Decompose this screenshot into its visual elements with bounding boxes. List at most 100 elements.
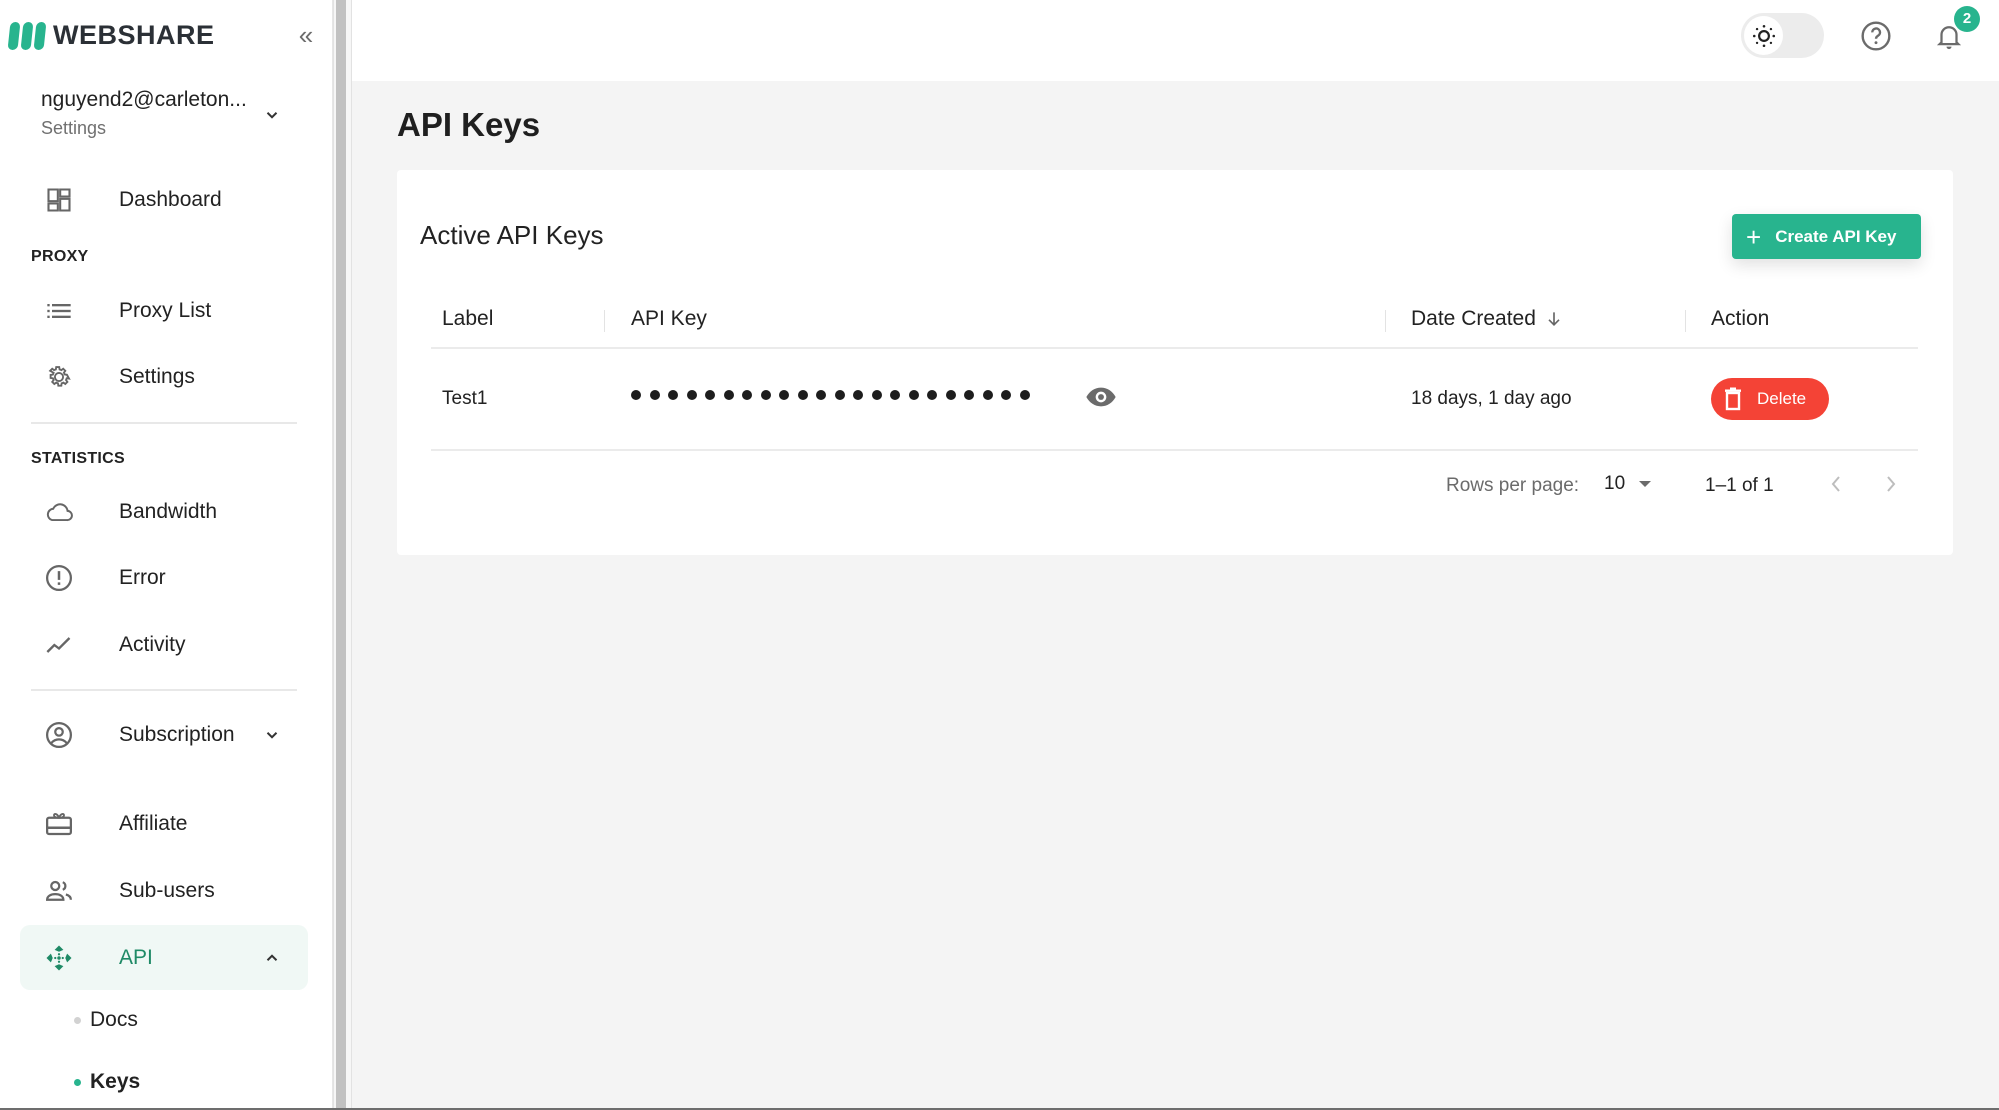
- sidebar-item-label: Error: [119, 566, 166, 589]
- plus-icon: +: [1746, 221, 1762, 252]
- chevron-left-icon: [1831, 476, 1840, 492]
- table-header-divider: [431, 347, 1918, 349]
- api-icon: [44, 943, 74, 973]
- mask-dot: [705, 390, 715, 400]
- webshare-logo[interactable]: WEBSHARE: [7, 20, 215, 51]
- column-header-label[interactable]: Label: [442, 307, 493, 331]
- show-api-key-button[interactable]: [1085, 385, 1117, 409]
- sidebar-item-label: Settings: [119, 365, 195, 388]
- card-title: Active API Keys: [420, 220, 604, 250]
- logo-icon: [7, 21, 47, 50]
- sidebar-scrollbar-thumb[interactable]: [336, 0, 346, 1108]
- api-keys-card: Active API Keys + Create API Key Label A…: [397, 170, 1953, 555]
- sidebar-item-api[interactable]: API: [20, 925, 308, 990]
- help-button[interactable]: [1856, 16, 1896, 56]
- sidebar-item-sub-users[interactable]: Sub-users: [20, 860, 308, 922]
- account-menu[interactable]: nguyend2@carleton... Settings: [41, 88, 291, 139]
- mask-dot: [760, 390, 771, 400]
- column-header-api-key[interactable]: API Key: [631, 307, 707, 331]
- account-subtitle: Settings: [41, 118, 107, 138]
- create-api-key-button[interactable]: + Create API Key: [1732, 214, 1921, 259]
- column-header-date-created[interactable]: Date Created: [1411, 307, 1564, 331]
- sidebar-subitem-label: Docs: [90, 1008, 138, 1031]
- cloud-icon: [44, 497, 74, 527]
- error-icon: [44, 563, 74, 593]
- bullet-icon: [74, 1016, 81, 1024]
- dashboard-icon: [44, 185, 74, 215]
- mask-dot: [982, 390, 993, 400]
- arrow-down-icon: [1548, 312, 1560, 327]
- caret-down-icon: [1639, 481, 1652, 487]
- logo-text: WEBSHARE: [53, 20, 215, 50]
- sidebar-subitem-keys[interactable]: Keys: [74, 1070, 140, 1094]
- sidebar: WEBSHARE « nguyend2@carleton... Settings…: [0, 0, 333, 1108]
- sun-icon: [1744, 16, 1783, 55]
- create-api-key-label: Create API Key: [1775, 226, 1897, 246]
- next-page-button[interactable]: [1878, 470, 1904, 498]
- sidebar-divider: [31, 422, 297, 424]
- mask-dot: [631, 390, 641, 400]
- theme-toggle[interactable]: [1741, 13, 1824, 58]
- trash-icon: [1725, 387, 1741, 411]
- sidebar-item-activity[interactable]: Activity: [20, 614, 308, 676]
- column-separator: [1685, 310, 1686, 332]
- mask-dot: [871, 390, 882, 400]
- mask-dot: [853, 390, 863, 400]
- cell-label: Test1: [442, 388, 488, 409]
- delete-button[interactable]: Delete: [1711, 378, 1829, 420]
- mask-dot: [945, 390, 956, 400]
- notification-badge: 2: [1954, 6, 1980, 32]
- cell-date-created: 18 days, 1 day ago: [1411, 388, 1572, 409]
- mask-dot: [723, 390, 734, 400]
- column-separator: [1385, 310, 1386, 332]
- sidebar-item-affiliate[interactable]: Affiliate: [20, 793, 308, 855]
- sidebar-item-label: API: [119, 945, 153, 969]
- rows-per-page-select[interactable]: 10: [1604, 473, 1652, 495]
- sidebar-subitem-docs[interactable]: Docs: [74, 1008, 138, 1032]
- section-title-statistics: STATISTICS: [31, 450, 125, 467]
- sidebar-item-error[interactable]: Error: [20, 547, 308, 609]
- chevron-up-icon: [266, 953, 278, 961]
- mask-dot: [1019, 390, 1030, 400]
- account-circle-icon: [44, 720, 74, 750]
- mask-dot: [890, 390, 900, 400]
- sidebar-item-dashboard[interactable]: Dashboard: [20, 169, 308, 231]
- page-title: API Keys: [397, 106, 541, 143]
- sidebar-item-label: Affiliate: [119, 812, 188, 835]
- mask-dot: [797, 390, 808, 400]
- delete-label: Delete: [1757, 389, 1807, 408]
- gear-icon: [44, 362, 74, 392]
- mask-dot: [686, 390, 697, 400]
- mask-dot: [742, 390, 752, 400]
- mask-dot: [779, 390, 789, 400]
- sidebar-subitem-label: Keys: [90, 1070, 141, 1093]
- mask-dot: [816, 390, 826, 400]
- eye-icon: [1086, 387, 1116, 407]
- sidebar-item-bandwidth[interactable]: Bandwidth: [20, 481, 308, 543]
- sidebar-item-label: Activity: [119, 633, 186, 656]
- people-icon: [44, 876, 74, 906]
- sidebar-item-label: Sub-users: [119, 879, 215, 902]
- rows-per-page-value: 10: [1604, 473, 1626, 494]
- list-icon: [44, 296, 74, 326]
- sidebar-item-settings[interactable]: Settings: [20, 346, 308, 408]
- sidebar-item-proxy-list[interactable]: Proxy List: [20, 280, 308, 342]
- account-email: nguyend2@carleton...: [41, 88, 247, 111]
- chevron-down-icon: [266, 112, 278, 119]
- table-row-divider: [431, 449, 1918, 451]
- app-window: WEBSHARE « nguyend2@carleton... Settings…: [0, 0, 1999, 1110]
- chevron-down-icon: [266, 732, 278, 739]
- mask-dot: [927, 390, 937, 400]
- collapse-sidebar-button[interactable]: «: [293, 18, 319, 52]
- section-title-proxy: PROXY: [31, 248, 89, 265]
- sidebar-item-subscription[interactable]: Subscription: [20, 704, 308, 766]
- gift-card-icon: [44, 809, 74, 839]
- mask-dot: [964, 390, 974, 400]
- sidebar-item-label: Bandwidth: [119, 500, 218, 523]
- bullet-icon: [74, 1078, 81, 1086]
- rows-per-page-label: Rows per page:: [1446, 475, 1580, 496]
- sidebar-item-label: Proxy List: [119, 299, 212, 322]
- previous-page-button[interactable]: [1823, 470, 1849, 498]
- mask-dot: [834, 390, 845, 400]
- mask-dot: [668, 390, 678, 400]
